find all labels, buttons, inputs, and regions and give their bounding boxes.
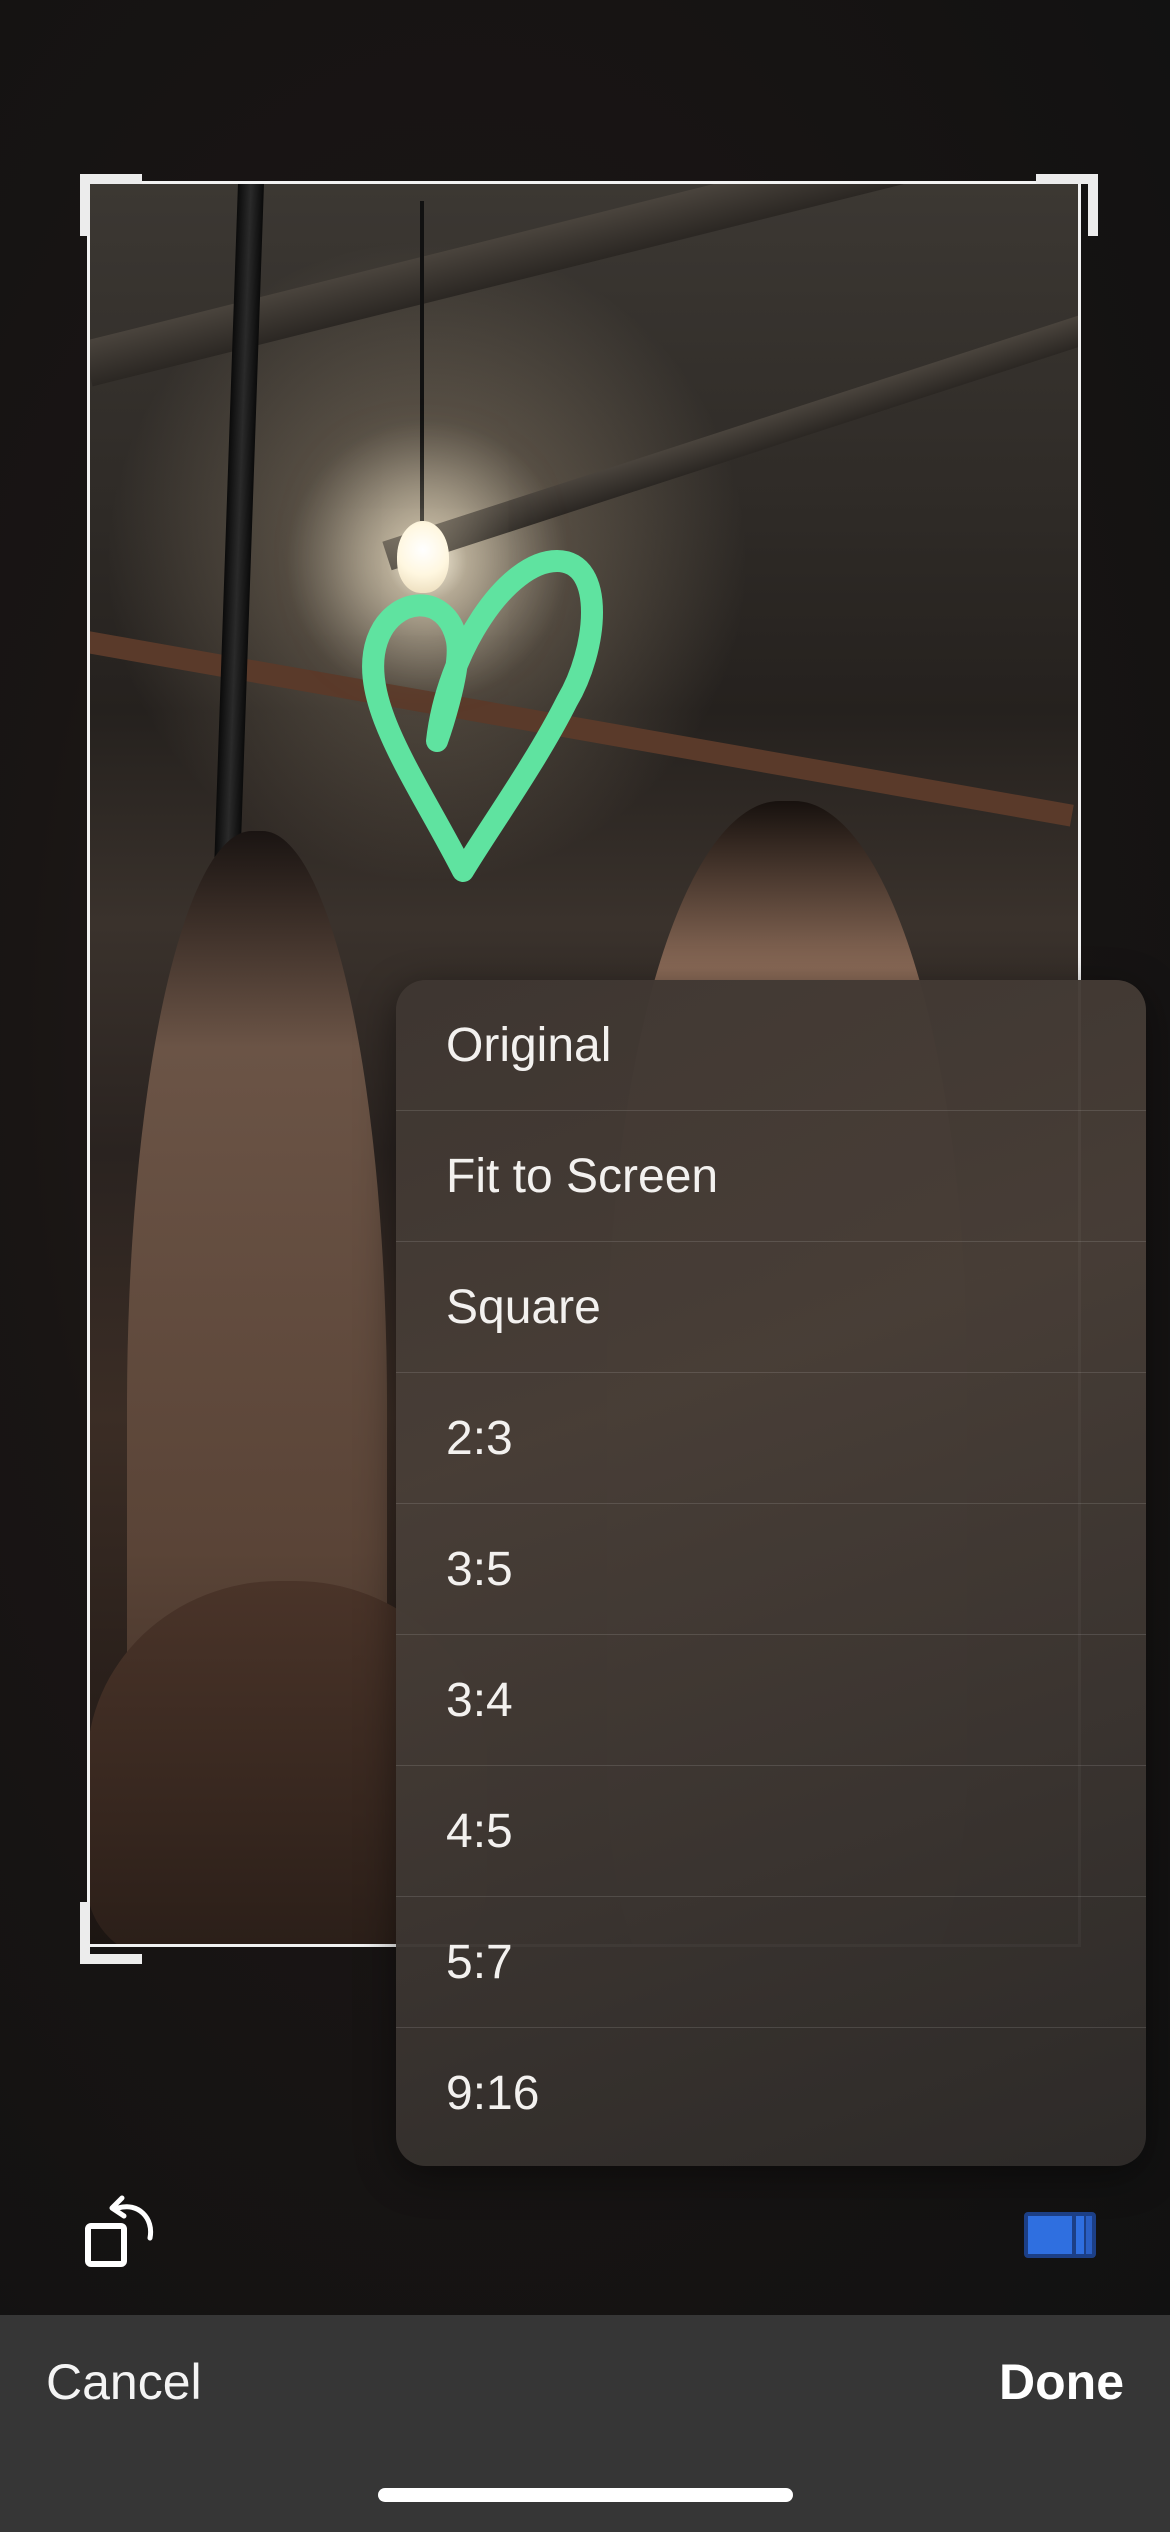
menu-item-label: Fit to Screen	[446, 1149, 719, 1203]
menu-item-label: 4:5	[446, 1804, 513, 1858]
menu-item-label: 3:5	[446, 1542, 513, 1596]
menu-item-3-5[interactable]: 3:5	[396, 1504, 1146, 1635]
menu-item-2-3[interactable]: 2:3	[396, 1373, 1146, 1504]
menu-item-3-4[interactable]: 3:4	[396, 1635, 1146, 1766]
menu-item-original[interactable]: Original	[396, 980, 1146, 1111]
crop-handle-bottom-left[interactable]	[80, 1902, 142, 1964]
menu-item-square[interactable]: Square	[396, 1242, 1146, 1373]
aspect-ratio-icon[interactable]	[1022, 2208, 1098, 2262]
menu-item-label: 9:16	[446, 2067, 540, 2120]
menu-item-fit-to-screen[interactable]: Fit to Screen	[396, 1111, 1146, 1242]
menu-item-4-5[interactable]: 4:5	[396, 1766, 1146, 1897]
aspect-ratio-menu: Original Fit to Screen Square 2:3 3:5 3:…	[396, 980, 1146, 2166]
menu-item-9-16[interactable]: 9:16	[396, 2028, 1146, 2159]
menu-item-label: Square	[446, 1280, 601, 1334]
menu-item-label: 2:3	[446, 1411, 513, 1465]
menu-item-label: Original	[446, 1018, 612, 1072]
crop-handle-top-right[interactable]	[1036, 174, 1098, 236]
rotate-left-icon[interactable]	[78, 2188, 168, 2278]
menu-item-5-7[interactable]: 5:7	[396, 1897, 1146, 2028]
crop-handle-top-left[interactable]	[80, 174, 142, 236]
menu-item-label: 5:7	[446, 1935, 513, 1989]
menu-item-label: 3:4	[446, 1673, 513, 1727]
done-button[interactable]: Done	[999, 2353, 1124, 2411]
cancel-button[interactable]: Cancel	[46, 2353, 202, 2411]
home-indicator[interactable]	[378, 2488, 793, 2502]
